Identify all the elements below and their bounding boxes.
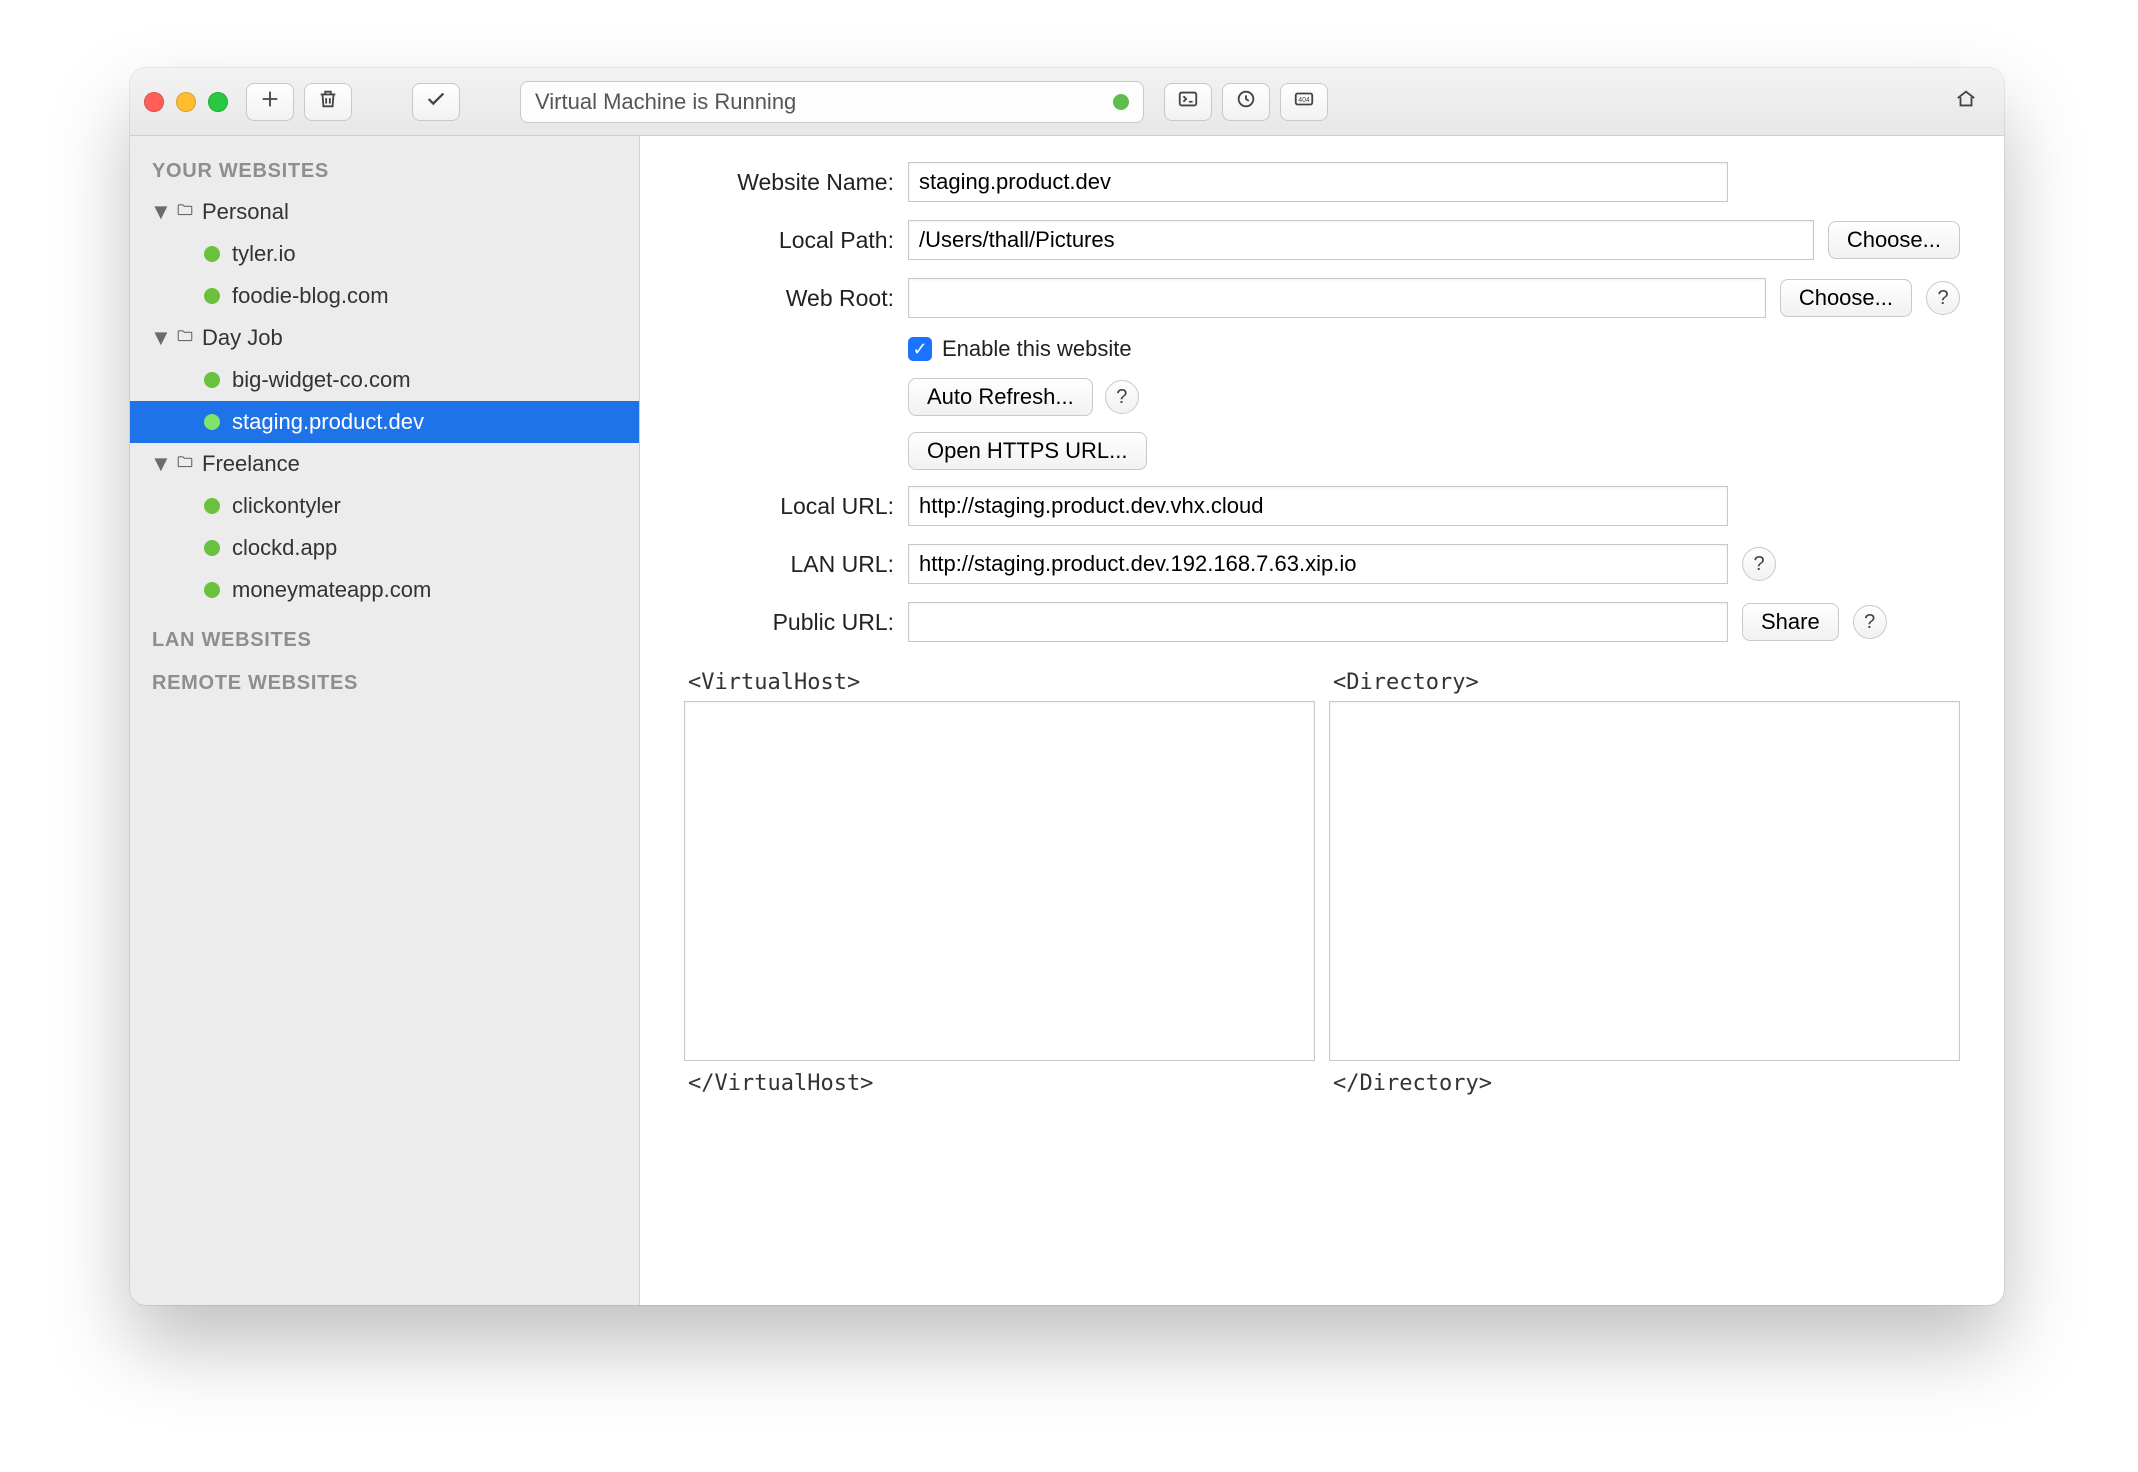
choose-web-root-button[interactable]: Choose... [1780, 279, 1912, 317]
public-url-help-button[interactable]: ? [1853, 605, 1887, 639]
disclosure-triangle-icon: ▼ [150, 451, 168, 477]
label-local-path: Local Path: [684, 227, 894, 254]
public-url-input[interactable] [908, 602, 1728, 642]
window-body: YOUR WEBSITES ▼ Personal tyler.io foodie-bl… [130, 136, 2004, 1305]
enable-website-label: Enable this website [942, 336, 1132, 362]
error-404-icon: 404 [1293, 88, 1315, 116]
open-https-button[interactable]: Open HTTPS URL... [908, 432, 1147, 470]
folder-icon [174, 325, 196, 351]
local-path-input[interactable] [908, 220, 1814, 260]
lan-url-help-button[interactable]: ? [1742, 547, 1776, 581]
delete-site-button[interactable] [304, 83, 352, 121]
vm-status-pill[interactable]: Virtual Machine is Running [520, 81, 1144, 123]
lan-url-input[interactable] [908, 544, 1728, 584]
site-status-dot-icon [204, 288, 220, 304]
auto-refresh-button[interactable]: Auto Refresh... [908, 378, 1093, 416]
label-public-url: Public URL: [684, 609, 894, 636]
web-root-help-button[interactable]: ? [1926, 281, 1960, 315]
terminal-icon [1177, 88, 1199, 116]
share-button[interactable]: Share [1742, 603, 1839, 641]
choose-local-path-button[interactable]: Choose... [1828, 221, 1960, 259]
sidebar-header-remote: REMOTE WEBSITES [130, 660, 639, 703]
svg-text:404: 404 [1298, 97, 1310, 104]
sidebar-site-label: clickontyler [232, 493, 341, 519]
directory-editor[interactable] [1329, 701, 1960, 1061]
sidebar-site-item[interactable]: clockd.app [130, 527, 639, 569]
local-url-input[interactable] [908, 486, 1728, 526]
close-window-button[interactable] [144, 92, 164, 112]
sidebar-group-row[interactable]: ▼ Personal [130, 191, 639, 233]
site-status-dot-icon [204, 414, 220, 430]
sidebar-header-lan: LAN WEBSITES [130, 617, 639, 660]
disclosure-triangle-icon: ▼ [150, 325, 168, 351]
history-button[interactable] [1222, 83, 1270, 121]
disclosure-triangle-icon: ▼ [150, 199, 168, 225]
toolbar-right-group: 404 [1164, 83, 1328, 121]
site-status-dot-icon [204, 246, 220, 262]
label-web-root: Web Root: [684, 285, 894, 312]
config-editors: <VirtualHost> </VirtualHost> <Directory>… [684, 670, 1960, 1096]
label-lan-url: LAN URL: [684, 551, 894, 578]
clock-icon [1235, 88, 1257, 116]
sidebar-site-label: clockd.app [232, 535, 337, 561]
site-status-dot-icon [204, 540, 220, 556]
toolbar: Virtual Machine is Running 404 [130, 68, 2004, 136]
sidebar-site-label: moneymateapp.com [232, 577, 431, 603]
virtualhost-close-tag: </VirtualHost> [688, 1071, 1315, 1096]
app-stage: Virtual Machine is Running 404 [0, 0, 2138, 1472]
sidebar-site-item[interactable]: big-widget-co.com [130, 359, 639, 401]
checkmark-icon [425, 88, 447, 116]
home-icon [1955, 88, 1977, 116]
site-status-dot-icon [204, 372, 220, 388]
directory-close-tag: </Directory> [1333, 1071, 1960, 1096]
vm-status-dot-icon [1113, 94, 1129, 110]
add-site-button[interactable] [246, 83, 294, 121]
auto-refresh-help-button[interactable]: ? [1105, 380, 1139, 414]
sidebar-site-item[interactable]: foodie-blog.com [130, 275, 639, 317]
plus-icon [259, 88, 281, 116]
window-controls [144, 92, 228, 112]
web-root-input[interactable] [908, 278, 1766, 318]
sidebar-site-label: foodie-blog.com [232, 283, 389, 309]
virtualhost-open-tag: <VirtualHost> [688, 670, 1315, 695]
home-button[interactable] [1942, 83, 1990, 121]
sidebar-group-row[interactable]: ▼ Freelance [130, 443, 639, 485]
sidebar-site-item[interactable]: tyler.io [130, 233, 639, 275]
website-name-input[interactable] [908, 162, 1728, 202]
label-local-url: Local URL: [684, 493, 894, 520]
terminal-button[interactable] [1164, 83, 1212, 121]
sidebar-group-row[interactable]: ▼ Day Job [130, 317, 639, 359]
site-status-dot-icon [204, 498, 220, 514]
sidebar-site-label: staging.product.dev [232, 409, 424, 435]
sidebar-site-label: big-widget-co.com [232, 367, 411, 393]
sidebar-header-your-websites: YOUR WEBSITES [130, 148, 639, 191]
error-log-button[interactable]: 404 [1280, 83, 1328, 121]
sidebar-site-label: tyler.io [232, 241, 296, 267]
sidebar-group-label: Day Job [202, 325, 283, 351]
folder-icon [174, 199, 196, 225]
sidebar-group-label: Freelance [202, 451, 300, 477]
trash-icon [317, 88, 339, 116]
sidebar-group-label: Personal [202, 199, 289, 225]
main-window: Virtual Machine is Running 404 [130, 68, 2004, 1305]
checkmark-icon: ✓ [912, 339, 927, 360]
enable-website-checkbox[interactable]: ✓ [908, 337, 932, 361]
zoom-window-button[interactable] [208, 92, 228, 112]
apply-button[interactable] [412, 83, 460, 121]
virtualhost-editor[interactable] [684, 701, 1315, 1061]
minimize-window-button[interactable] [176, 92, 196, 112]
label-website-name: Website Name: [684, 169, 894, 196]
site-tree: ▼ Personal tyler.io foodie-blog.com ▼ Day Job… [130, 191, 639, 617]
sidebar[interactable]: YOUR WEBSITES ▼ Personal tyler.io foodie-bl… [130, 136, 640, 1305]
detail-pane: Website Name: Local Path: Choose... Web … [640, 136, 2004, 1305]
folder-icon [174, 451, 196, 477]
site-status-dot-icon [204, 582, 220, 598]
sidebar-site-item[interactable]: staging.product.dev [130, 401, 639, 443]
sidebar-site-item[interactable]: clickontyler [130, 485, 639, 527]
vm-status-text: Virtual Machine is Running [535, 89, 796, 115]
directory-open-tag: <Directory> [1333, 670, 1960, 695]
sidebar-site-item[interactable]: moneymateapp.com [130, 569, 639, 611]
